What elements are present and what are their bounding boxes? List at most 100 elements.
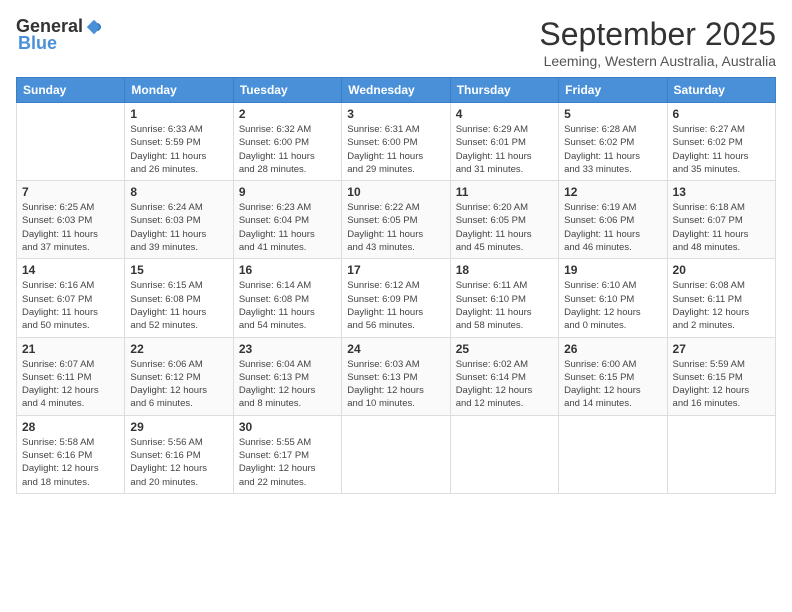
day-header-monday: Monday (125, 78, 233, 103)
cell-info: Sunrise: 6:18 AMSunset: 6:07 PMDaylight:… (673, 201, 770, 254)
calendar-cell (667, 415, 775, 493)
day-number: 27 (673, 342, 770, 356)
day-number: 14 (22, 263, 119, 277)
page-header: General Blue September 2025 Leeming, Wes… (16, 16, 776, 69)
day-header-wednesday: Wednesday (342, 78, 450, 103)
calendar-table: SundayMondayTuesdayWednesdayThursdayFrid… (16, 77, 776, 494)
cell-info: Sunrise: 6:06 AMSunset: 6:12 PMDaylight:… (130, 358, 227, 411)
cell-info: Sunrise: 6:20 AMSunset: 6:05 PMDaylight:… (456, 201, 553, 254)
day-number: 29 (130, 420, 227, 434)
cell-info: Sunrise: 6:04 AMSunset: 6:13 PMDaylight:… (239, 358, 336, 411)
calendar-cell: 18Sunrise: 6:11 AMSunset: 6:10 PMDayligh… (450, 259, 558, 337)
day-number: 17 (347, 263, 444, 277)
calendar-cell: 13 Sunrise: 6:18 AMSunset: 6:07 PMDayligh… (667, 181, 775, 259)
day-number: 22 (130, 342, 227, 356)
day-number: 23 (239, 342, 336, 356)
calendar-cell: 4 Sunrise: 6:29 AMSunset: 6:01 PMDaylight… (450, 103, 558, 181)
calendar-cell: 23 Sunrise: 6:04 AMSunset: 6:13 PMDayligh… (233, 337, 341, 415)
logo-blue: Blue (18, 33, 57, 54)
day-header-saturday: Saturday (667, 78, 775, 103)
calendar-cell (17, 103, 125, 181)
day-number: 21 (22, 342, 119, 356)
day-number: 16 (239, 263, 336, 277)
day-number: 5 (564, 107, 661, 121)
cell-info: Sunrise: 6:29 AMSunset: 6:01 PMDaylight:… (456, 123, 553, 176)
calendar-cell: 9Sunrise: 6:23 AMSunset: 6:04 PMDaylight… (233, 181, 341, 259)
day-number: 8 (130, 185, 227, 199)
cell-info: Sunrise: 5:55 AMSunset: 6:17 PMDaylight:… (239, 436, 336, 489)
calendar-week-row: 14 Sunrise: 6:16 AMSunset: 6:07 PMDayligh… (17, 259, 776, 337)
cell-info: Sunrise: 5:58 AMSunset: 6:16 PMDaylight:… (22, 436, 119, 489)
day-number: 24 (347, 342, 444, 356)
cell-info: Sunrise: 6:24 AMSunset: 6:03 PMDaylight:… (130, 201, 227, 254)
day-header-friday: Friday (559, 78, 667, 103)
calendar-cell: 28 Sunrise: 5:58 AMSunset: 6:16 PMDayligh… (17, 415, 125, 493)
cell-info: Sunrise: 6:25 AMSunset: 6:03 PMDaylight:… (22, 201, 119, 254)
day-number: 7 (22, 185, 119, 199)
day-number: 9 (239, 185, 336, 199)
calendar-cell: 14 Sunrise: 6:16 AMSunset: 6:07 PMDayligh… (17, 259, 125, 337)
day-number: 28 (22, 420, 119, 434)
day-number: 25 (456, 342, 553, 356)
calendar-cell: 5 Sunrise: 6:28 AMSunset: 6:02 PMDaylight… (559, 103, 667, 181)
title-block: September 2025 Leeming, Western Australi… (539, 16, 776, 69)
day-number: 4 (456, 107, 553, 121)
day-number: 10 (347, 185, 444, 199)
cell-info: Sunrise: 6:27 AMSunset: 6:02 PMDaylight:… (673, 123, 770, 176)
calendar-cell: 24 Sunrise: 6:03 AMSunset: 6:13 PMDayligh… (342, 337, 450, 415)
calendar-week-row: 28 Sunrise: 5:58 AMSunset: 6:16 PMDayligh… (17, 415, 776, 493)
cell-info: Sunrise: 6:16 AMSunset: 6:07 PMDaylight:… (22, 279, 119, 332)
cell-info: Sunrise: 6:07 AMSunset: 6:11 PMDaylight:… (22, 358, 119, 411)
day-number: 19 (564, 263, 661, 277)
logo-icon (85, 18, 103, 36)
cell-info: Sunrise: 6:15 AMSunset: 6:08 PMDaylight:… (130, 279, 227, 332)
calendar-cell: 3Sunrise: 6:31 AMSunset: 6:00 PMDaylight… (342, 103, 450, 181)
calendar-cell: 12 Sunrise: 6:19 AMSunset: 6:06 PMDayligh… (559, 181, 667, 259)
calendar-cell: 19 Sunrise: 6:10 AMSunset: 6:10 PMDayligh… (559, 259, 667, 337)
day-header-thursday: Thursday (450, 78, 558, 103)
calendar-week-row: 21 Sunrise: 6:07 AMSunset: 6:11 PMDayligh… (17, 337, 776, 415)
cell-info: Sunrise: 5:59 AMSunset: 6:15 PMDaylight:… (673, 358, 770, 411)
day-header-sunday: Sunday (17, 78, 125, 103)
calendar-cell: 29 Sunrise: 5:56 AMSunset: 6:16 PMDayligh… (125, 415, 233, 493)
calendar-cell (559, 415, 667, 493)
day-header-tuesday: Tuesday (233, 78, 341, 103)
day-number: 26 (564, 342, 661, 356)
cell-info: Sunrise: 6:33 AMSunset: 5:59 PMDaylight:… (130, 123, 227, 176)
calendar-week-row: 7 Sunrise: 6:25 AMSunset: 6:03 PMDaylight… (17, 181, 776, 259)
cell-info: Sunrise: 6:19 AMSunset: 6:06 PMDaylight:… (564, 201, 661, 254)
cell-info: Sunrise: 6:03 AMSunset: 6:13 PMDaylight:… (347, 358, 444, 411)
day-number: 13 (673, 185, 770, 199)
calendar-cell: 6 Sunrise: 6:27 AMSunset: 6:02 PMDaylight… (667, 103, 775, 181)
calendar-cell: 25 Sunrise: 6:02 AMSunset: 6:14 PMDayligh… (450, 337, 558, 415)
calendar-cell: 17Sunrise: 6:12 AMSunset: 6:09 PMDayligh… (342, 259, 450, 337)
cell-info: Sunrise: 6:28 AMSunset: 6:02 PMDaylight:… (564, 123, 661, 176)
cell-info: Sunrise: 6:22 AMSunset: 6:05 PMDaylight:… (347, 201, 444, 254)
cell-info: Sunrise: 6:00 AMSunset: 6:15 PMDaylight:… (564, 358, 661, 411)
calendar-cell: 26 Sunrise: 6:00 AMSunset: 6:15 PMDayligh… (559, 337, 667, 415)
calendar-cell: 30Sunrise: 5:55 AMSunset: 6:17 PMDayligh… (233, 415, 341, 493)
cell-info: Sunrise: 6:14 AMSunset: 6:08 PMDaylight:… (239, 279, 336, 332)
day-number: 11 (456, 185, 553, 199)
cell-info: Sunrise: 6:10 AMSunset: 6:10 PMDaylight:… (564, 279, 661, 332)
day-number: 20 (673, 263, 770, 277)
month-title: September 2025 (539, 16, 776, 53)
day-number: 6 (673, 107, 770, 121)
calendar-cell: 16 Sunrise: 6:14 AMSunset: 6:08 PMDayligh… (233, 259, 341, 337)
cell-info: Sunrise: 6:31 AMSunset: 6:00 PMDaylight:… (347, 123, 444, 176)
day-number: 1 (130, 107, 227, 121)
calendar-cell: 7 Sunrise: 6:25 AMSunset: 6:03 PMDaylight… (17, 181, 125, 259)
calendar-week-row: 1 Sunrise: 6:33 AMSunset: 5:59 PMDaylight… (17, 103, 776, 181)
cell-info: Sunrise: 6:08 AMSunset: 6:11 PMDaylight:… (673, 279, 770, 332)
cell-info: Sunrise: 6:02 AMSunset: 6:14 PMDaylight:… (456, 358, 553, 411)
calendar-cell: 8 Sunrise: 6:24 AMSunset: 6:03 PMDaylight… (125, 181, 233, 259)
calendar-cell: 21 Sunrise: 6:07 AMSunset: 6:11 PMDayligh… (17, 337, 125, 415)
calendar-cell (450, 415, 558, 493)
logo: General Blue (16, 16, 103, 54)
cell-info: Sunrise: 5:56 AMSunset: 6:16 PMDaylight:… (130, 436, 227, 489)
day-number: 12 (564, 185, 661, 199)
cell-info: Sunrise: 6:32 AMSunset: 6:00 PMDaylight:… (239, 123, 336, 176)
calendar-cell: 22 Sunrise: 6:06 AMSunset: 6:12 PMDayligh… (125, 337, 233, 415)
calendar-cell: 20 Sunrise: 6:08 AMSunset: 6:11 PMDayligh… (667, 259, 775, 337)
calendar-cell: 2Sunrise: 6:32 AMSunset: 6:00 PMDaylight… (233, 103, 341, 181)
